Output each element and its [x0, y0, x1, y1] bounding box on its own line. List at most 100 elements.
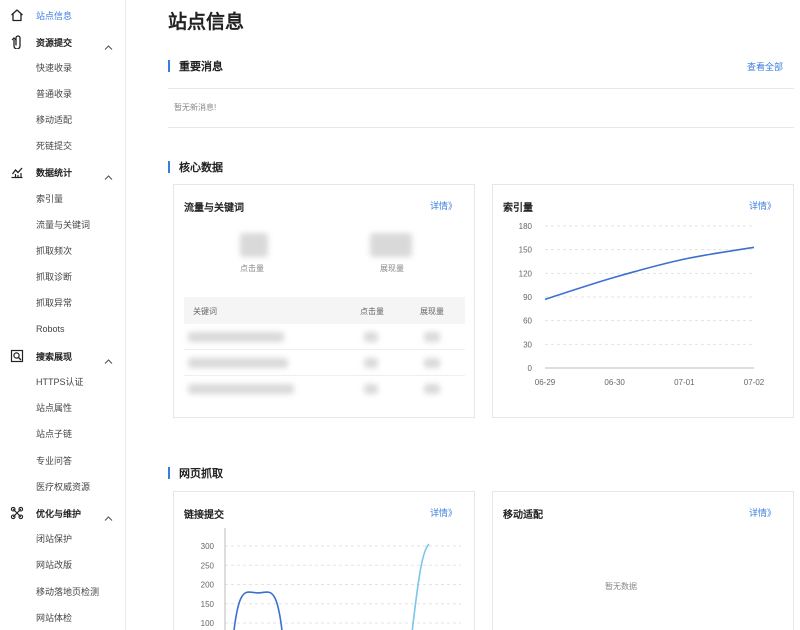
table-row — [184, 376, 465, 402]
chevron-up-icon[interactable] — [104, 38, 113, 50]
y-tick-label: 300 — [201, 542, 215, 551]
impressions-label: 展现量 — [380, 264, 404, 273]
divider — [168, 88, 794, 89]
y-tick-label: 150 — [201, 600, 215, 609]
section-crawl-header: 网页抓取 — [168, 465, 223, 481]
impressions-blurred — [424, 332, 440, 342]
table-row — [184, 324, 465, 350]
y-tick-label: 100 — [201, 619, 215, 628]
sidebar-item-label: 站点子链 — [36, 428, 73, 439]
sidebar-item[interactable]: 移动落地页检测 — [0, 581, 125, 601]
sidebar-item-label: 闭站保护 — [36, 533, 73, 544]
sidebar-item[interactable]: Robots — [0, 319, 125, 339]
sidebar-group[interactable]: 数据统计 — [0, 162, 125, 182]
traffic-detail-link[interactable]: 详情》 — [430, 199, 457, 212]
tools-icon — [10, 506, 24, 520]
keyword-blurred — [188, 332, 284, 342]
clicks-blurred — [364, 358, 378, 368]
sidebar-item-label: 专业问答 — [36, 455, 73, 466]
y-tick-label: 150 — [519, 246, 533, 255]
section-title: 核心数据 — [179, 162, 223, 174]
sidebar-item[interactable]: 抓取诊断 — [0, 266, 125, 286]
sidebar-item[interactable]: 移动适配 — [0, 109, 125, 129]
sidebar: 站点信息资源提交快速收录普通收录移动适配死链提交数据统计索引量流量与关键词抓取频… — [0, 0, 126, 630]
sidebar-item[interactable]: 站点子链 — [0, 423, 125, 443]
sidebar-item-label: 搜索展现 — [36, 351, 73, 362]
sidebar-item-label: 优化与维护 — [36, 508, 82, 519]
sidebar-item[interactable]: 索引量 — [0, 188, 125, 208]
sidebar-item-label: 快速收录 — [36, 62, 73, 73]
sidebar-item-label: 死链提交 — [36, 140, 73, 151]
sidebar-item[interactable]: 抓取频次 — [0, 240, 125, 260]
sidebar-item-label: 资源提交 — [36, 37, 73, 48]
traffic-keywords-card: 流量与关键词 详情》 点击量 展现量 关键词 点击量 展现量 — [173, 184, 475, 418]
sidebar-item[interactable]: 网站改版 — [0, 554, 125, 574]
sidebar-item-label: 索引量 — [36, 193, 64, 204]
sidebar-item[interactable]: 医疗权威资源 — [0, 476, 125, 496]
index-detail-link[interactable]: 详情》 — [749, 199, 776, 212]
section-title: 网页抓取 — [179, 468, 223, 480]
sidebar-item[interactable]: 专业问答 — [0, 450, 125, 470]
sidebar-item[interactable]: 死链提交 — [0, 135, 125, 155]
y-tick-label: 180 — [519, 222, 533, 231]
card-title: 流量与关键词 — [184, 203, 244, 214]
search-display-icon — [10, 349, 24, 363]
sidebar-item[interactable]: 站点属性 — [0, 397, 125, 417]
sidebar-item[interactable]: 快速收录 — [0, 57, 125, 77]
sidebar-group[interactable]: 资源提交 — [0, 32, 125, 52]
x-tick-label: 06-29 — [535, 378, 556, 387]
keyword-table-header: 关键词 点击量 展现量 — [184, 297, 465, 324]
section-accent-bar — [168, 60, 170, 72]
page-title: 站点信息 — [168, 12, 245, 33]
section-core-header: 核心数据 — [168, 159, 223, 175]
y-tick-label: 90 — [523, 293, 532, 302]
sidebar-item-label: 网站体检 — [36, 612, 73, 623]
home-icon — [10, 8, 24, 22]
sidebar-group[interactable]: 搜索展现 — [0, 346, 125, 366]
sidebar-item-label: 抓取异常 — [36, 297, 73, 308]
sidebar-item-label: Robots — [36, 324, 65, 334]
clicks-blurred — [364, 384, 378, 394]
sidebar-item-label: 流量与关键词 — [36, 219, 91, 230]
index-card: 索引量 详情》 0 30 60 90 120 150 180 06-29 06-30 07-01 0… — [492, 184, 794, 418]
sidebar-item-label: 移动适配 — [36, 114, 73, 125]
view-all-link[interactable]: 查看全部 — [747, 60, 783, 73]
upload-icon — [10, 35, 24, 49]
x-tick-label: 06-30 — [604, 378, 625, 387]
sidebar-item[interactable]: HTTPS认证 — [0, 371, 125, 391]
y-tick-label: 120 — [519, 269, 533, 278]
sidebar-item[interactable]: 抓取异常 — [0, 292, 125, 312]
mobile-empty-text: 暂无数据 — [605, 582, 637, 591]
card-title: 链接提交 — [184, 510, 224, 521]
sidebar-group[interactable]: 优化与维护 — [0, 503, 125, 523]
x-tick-label: 07-02 — [744, 378, 765, 387]
card-title: 移动适配 — [503, 510, 543, 521]
chevron-up-icon[interactable] — [104, 352, 113, 364]
section-accent-bar — [168, 161, 170, 173]
sidebar-item-label: 移动落地页检测 — [36, 586, 100, 597]
sidebar-item[interactable]: 网站体检 — [0, 607, 125, 627]
main-content: 站点信息 重要消息 查看全部 暂无新消息! 核心数据 流量与关键词 详情》 点击… — [126, 0, 800, 630]
sidebar-item-label: 站点属性 — [36, 402, 73, 413]
sidebar-item[interactable]: 普通收录 — [0, 83, 125, 103]
y-tick-label: 0 — [528, 364, 533, 373]
sidebar-item[interactable]: 闭站保护 — [0, 528, 125, 548]
mobile-adapt-detail-link[interactable]: 详情》 — [749, 506, 776, 519]
keyword-blurred — [188, 384, 294, 394]
sidebar-item-label: 普通收录 — [36, 88, 73, 99]
y-tick-label: 200 — [201, 581, 215, 590]
chevron-up-icon[interactable] — [104, 509, 113, 521]
sidebar-item[interactable]: 站点信息 — [0, 5, 125, 25]
column-clicks: 点击量 — [360, 307, 384, 316]
messages-empty-text: 暂无新消息! — [174, 103, 217, 112]
sidebar-item-label: 数据统计 — [36, 167, 73, 178]
sidebar-item[interactable]: 流量与关键词 — [0, 214, 125, 234]
clicks-label: 点击量 — [240, 264, 264, 273]
section-accent-bar — [168, 467, 170, 479]
link-submit-detail-link[interactable]: 详情》 — [430, 506, 457, 519]
mobile-adapt-card: 移动适配 详情》 暂无数据 — [492, 491, 794, 630]
chevron-up-icon[interactable] — [104, 168, 113, 180]
sidebar-item-label: 抓取诊断 — [36, 271, 73, 282]
link-submit-line-chart: 100 150 200 250 300 — [201, 528, 461, 630]
divider — [168, 127, 794, 128]
